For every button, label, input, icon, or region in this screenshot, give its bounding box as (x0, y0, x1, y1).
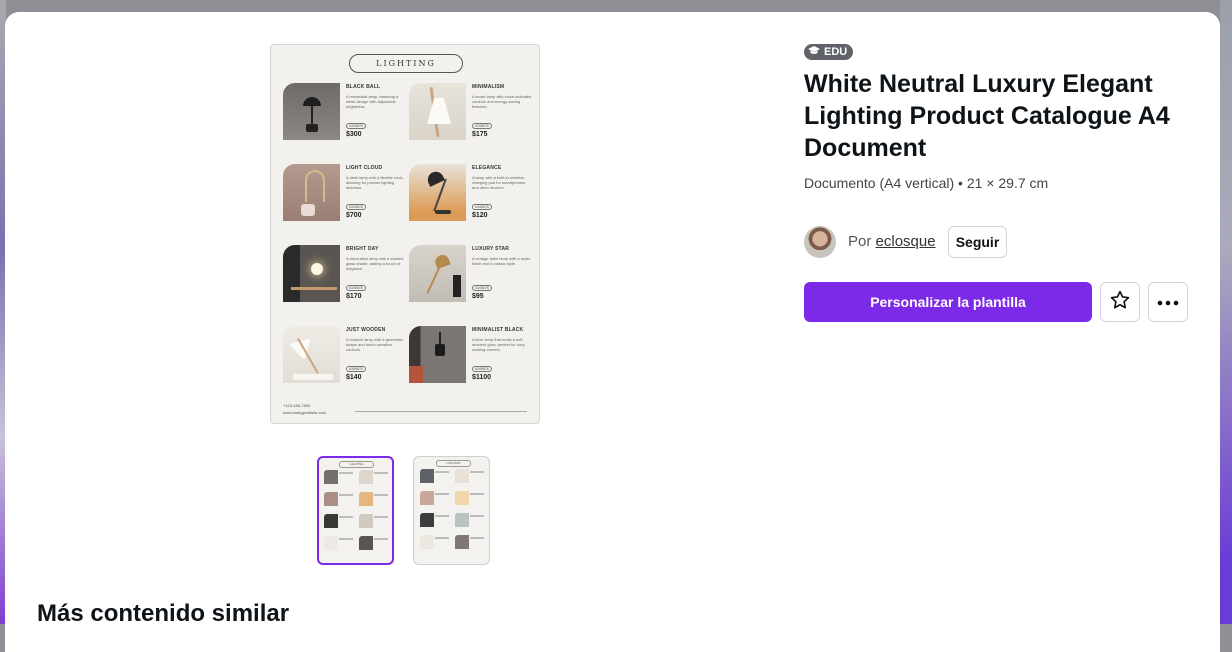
favorite-button[interactable] (1100, 282, 1140, 322)
product-photo (283, 326, 340, 383)
product-code: #345678 (472, 366, 492, 372)
preview-product-item: BLACK BALL A minimalist lamp, featuring … (283, 83, 408, 153)
avatar[interactable] (804, 226, 836, 258)
product-description: A desk lamp with a flexible neck, allowi… (346, 175, 404, 190)
preview-phone: +123-456-7890 (283, 403, 311, 408)
page-thumbnail-2[interactable]: LIGHTING (413, 456, 490, 565)
more-horizontal-icon (1157, 293, 1179, 311)
edu-badge-label: EDU (824, 46, 848, 58)
template-title: White Neutral Luxury Elegant Lighting Pr… (804, 70, 1170, 162)
product-description: A smart lamp with voice-activated contro… (472, 94, 532, 109)
thumbnail-title: LIGHTING (436, 460, 471, 467)
product-description: A floor lamp that emits a soft, ambient … (472, 337, 525, 352)
preview-product-item: ELEGANCE A lamp with a built-in wireless… (409, 164, 534, 234)
author-prefix: Por (848, 233, 872, 250)
product-code: #345678 (346, 204, 366, 210)
product-name: LUXURY STAR (472, 246, 510, 252)
product-photo (409, 326, 466, 383)
product-photo (283, 164, 340, 221)
product-photo (409, 245, 466, 302)
product-price: $95 (472, 293, 484, 300)
product-name: MINIMALIST BLACK (472, 327, 524, 333)
preview-footer: +123-456-7890 www.reallygreatsite.com (283, 402, 326, 416)
product-name: MINIMALISM (472, 84, 505, 90)
product-photo (283, 245, 340, 302)
backdrop-right (1220, 0, 1232, 624)
product-description: A lamp with a built-in wireless charging… (472, 175, 526, 190)
edu-badge: EDU (804, 44, 854, 60)
product-price: $140 (346, 374, 362, 381)
follow-button[interactable]: Seguir (948, 226, 1007, 258)
product-description: A modern lamp with a geometric shape and… (346, 337, 404, 352)
preview-product-item: LUXURY STAR A vintage table lamp with a … (409, 245, 534, 315)
author-line: Por eclosque (848, 233, 936, 250)
graduation-cap-icon (808, 45, 820, 59)
product-code: #345678 (472, 204, 492, 210)
product-price: $1100 (472, 374, 492, 381)
preview-website: www.reallygreatsite.com (283, 410, 327, 415)
product-name: ELEGANCE (472, 165, 502, 171)
more-options-button[interactable] (1148, 282, 1188, 322)
product-name: BLACK BALL (346, 84, 381, 90)
star-icon (1109, 289, 1131, 316)
preview-product-item: LIGHT CLOUD A desk lamp with a flexible … (283, 164, 408, 234)
author-link[interactable]: eclosque (876, 233, 936, 250)
product-name: LIGHT CLOUD (346, 165, 383, 171)
template-preview[interactable]: LIGHTING BLACK BALL A minimalist lamp, f… (270, 44, 540, 424)
product-price: $170 (346, 293, 362, 300)
product-price: $120 (472, 212, 488, 219)
product-price: $700 (346, 212, 362, 219)
product-description: A decorative lamp with a stained glass s… (346, 256, 404, 271)
customize-template-button[interactable]: Personalizar la plantilla (804, 282, 1092, 322)
preview-product-item: JUST WOODEN A modern lamp with a geometr… (283, 326, 408, 396)
thumbnail-title: LIGHTING (339, 461, 374, 468)
product-code: #345678 (346, 123, 366, 129)
preview-product-item: MINIMALIST BLACK A floor lamp that emits… (409, 326, 534, 396)
preview-divider (355, 411, 527, 412)
product-price: $175 (472, 131, 488, 138)
product-photo (409, 83, 466, 140)
preview-doc-title: LIGHTING (349, 54, 463, 73)
preview-product-item: MINIMALISM A smart lamp with voice-activ… (409, 83, 534, 153)
template-format: Documento (A4 vertical) • 21 × 29.7 cm (804, 175, 1049, 191)
product-code: #345678 (346, 285, 366, 291)
product-photo (409, 164, 466, 221)
product-name: JUST WOODEN (346, 327, 386, 333)
product-code: #345678 (472, 285, 492, 291)
preview-product-item: BRIGHT DAY A decorative lamp with a stai… (283, 245, 408, 315)
product-photo (283, 83, 340, 140)
product-name: BRIGHT DAY (346, 246, 379, 252)
page-thumbnail-1[interactable]: LIGHTING (317, 456, 394, 565)
product-price: $300 (346, 131, 362, 138)
product-code: #345678 (472, 123, 492, 129)
template-modal: LIGHTING BLACK BALL A minimalist lamp, f… (5, 12, 1220, 652)
product-code: #345678 (346, 366, 366, 372)
product-description: A minimalist lamp, featuring a sleek des… (346, 94, 399, 109)
product-description: A vintage table lamp with a rustic finis… (472, 256, 531, 266)
